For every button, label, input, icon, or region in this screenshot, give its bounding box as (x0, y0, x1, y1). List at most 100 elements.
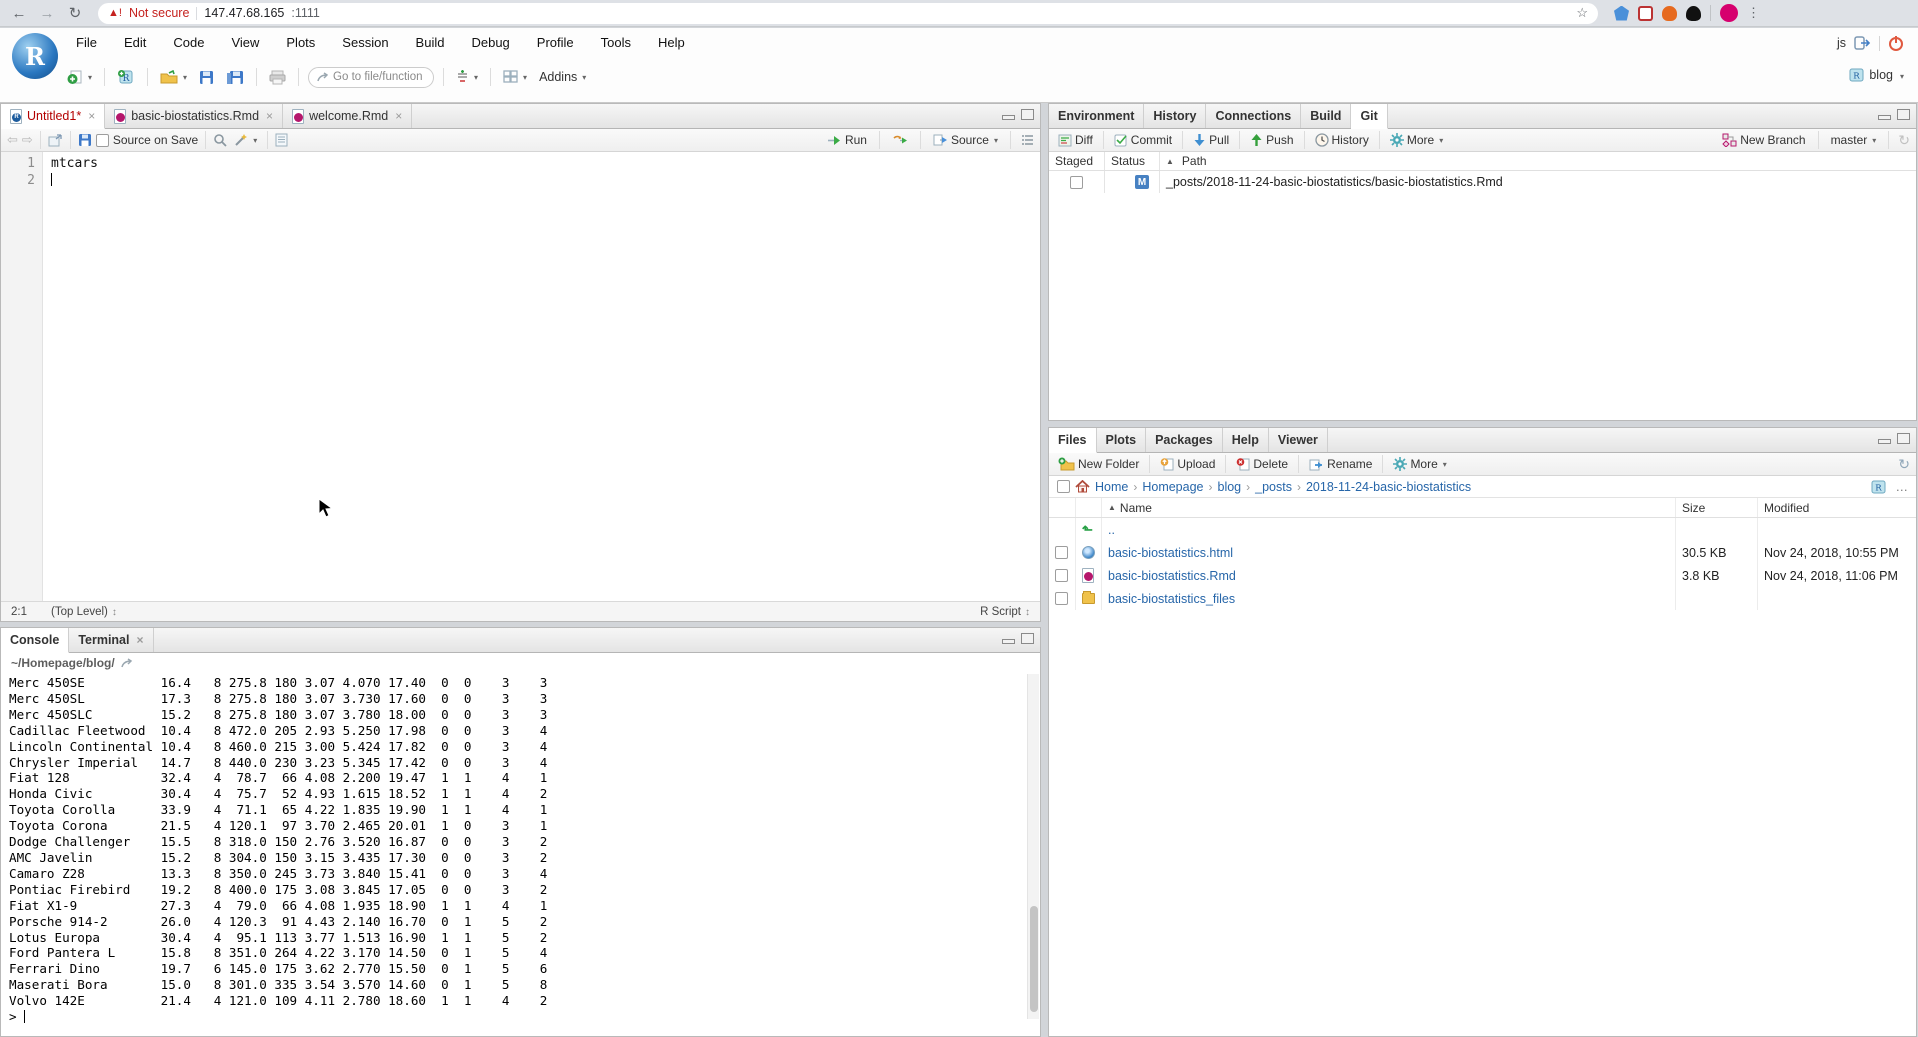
extension-door-icon[interactable] (1638, 6, 1653, 21)
console-scrollbar[interactable] (1027, 674, 1039, 1019)
save-icon[interactable] (78, 133, 92, 147)
tab-connections[interactable]: Connections (1206, 104, 1301, 128)
staged-checkbox[interactable] (1070, 176, 1083, 189)
quit-session-icon[interactable] (1888, 35, 1904, 51)
upload-button[interactable]: Upload (1157, 455, 1218, 473)
tab-packages[interactable]: Packages (1146, 428, 1223, 452)
branch-selector[interactable]: master (1828, 131, 1880, 149)
code-editor[interactable]: 1 2 mtcars (1, 152, 1040, 602)
commit-button[interactable]: Commit (1111, 131, 1175, 149)
source-button[interactable]: Source (930, 131, 1001, 149)
address-bar[interactable]: ▲! Not secure 147.47.68.165 :1111 ☆ (98, 3, 1598, 24)
browser-menu-icon[interactable]: ⋮ (1747, 5, 1760, 21)
tab-viewer[interactable]: Viewer (1269, 428, 1328, 452)
menu-file[interactable]: File (76, 35, 97, 50)
select-all-checkbox[interactable] (1057, 480, 1070, 493)
browser-profile-avatar[interactable] (1720, 4, 1738, 22)
new-branch-button[interactable]: New Branch (1719, 131, 1808, 149)
pull-button[interactable]: Pull (1190, 131, 1232, 149)
breadcrumb-posts[interactable]: _posts (1255, 480, 1292, 494)
menu-build[interactable]: Build (416, 35, 445, 50)
menu-tools[interactable]: Tools (601, 35, 631, 50)
minimize-pane-icon[interactable] (1878, 439, 1891, 444)
file-checkbox[interactable] (1055, 546, 1068, 559)
home-icon[interactable] (1075, 480, 1090, 493)
minimize-pane-icon[interactable] (1002, 115, 1015, 120)
tab-environment[interactable]: Environment (1049, 104, 1144, 128)
scrollbar-thumb[interactable] (1030, 906, 1038, 1012)
tab-untitled1[interactable]: R Untitled1* (1, 104, 105, 129)
column-status[interactable]: Status (1105, 152, 1160, 170)
column-modified[interactable]: Modified (1758, 498, 1916, 517)
file-checkbox[interactable] (1055, 592, 1068, 605)
menu-code[interactable]: Code (173, 35, 204, 50)
tab-files[interactable]: Files (1049, 428, 1097, 453)
files-more-button[interactable]: More (1390, 455, 1449, 473)
file-link[interactable]: basic-biostatistics_files (1108, 592, 1235, 606)
scope-selector[interactable]: (Top Level) (51, 606, 117, 618)
workspace-panes-button[interactable] (500, 68, 530, 86)
tab-plots[interactable]: Plots (1097, 428, 1147, 452)
menu-help[interactable]: Help (658, 35, 685, 50)
browser-back-icon[interactable]: ← (8, 5, 30, 22)
menu-session[interactable]: Session (342, 35, 388, 50)
column-path[interactable]: Path (1160, 152, 1916, 170)
save-all-button[interactable] (223, 68, 247, 87)
close-tab-icon[interactable] (134, 633, 143, 647)
column-size[interactable]: Size (1676, 498, 1758, 517)
addins-button[interactable]: Addins (536, 68, 589, 86)
version-control-button[interactable] (453, 67, 481, 87)
nav-back-icon[interactable]: ⇦ (7, 132, 18, 148)
refresh-icon[interactable]: ↻ (1898, 132, 1910, 149)
minimize-pane-icon[interactable] (1002, 639, 1015, 644)
nav-forward-icon[interactable]: ⇨ (22, 132, 33, 148)
open-file-button[interactable] (157, 68, 190, 86)
new-file-button[interactable] (64, 67, 95, 87)
popout-window-icon[interactable] (48, 134, 63, 147)
print-button[interactable] (266, 68, 289, 87)
browser-forward-icon[interactable]: → (36, 5, 58, 22)
not-secure-label[interactable]: Not secure (129, 6, 189, 20)
maximize-pane-icon[interactable] (1021, 109, 1034, 120)
project-directory-icon[interactable]: R (1871, 480, 1886, 494)
goto-directory-icon[interactable] (121, 658, 134, 669)
run-button[interactable]: Run (824, 131, 870, 149)
column-staged[interactable]: Staged (1049, 152, 1105, 170)
breadcrumb-homepage[interactable]: Homepage (1142, 480, 1203, 494)
rerun-button[interactable] (889, 133, 911, 148)
close-tab-icon[interactable] (86, 109, 95, 123)
menu-debug[interactable]: Debug (471, 35, 509, 50)
history-button[interactable]: History (1312, 131, 1372, 149)
ellipsis-icon[interactable]: … (1896, 480, 1909, 494)
file-link[interactable]: basic-biostatistics.html (1108, 546, 1233, 560)
code-tools-button[interactable] (231, 131, 260, 149)
file-row-rmd[interactable]: basic-biostatistics.Rmd 3.8 KB Nov 24, 2… (1049, 564, 1916, 587)
file-checkbox[interactable] (1055, 569, 1068, 582)
tab-history[interactable]: History (1144, 104, 1206, 128)
new-folder-button[interactable]: New Folder (1055, 455, 1142, 473)
extension-gnome-foot-icon[interactable] (1686, 6, 1701, 21)
tab-terminal[interactable]: Terminal (69, 628, 153, 652)
tab-basic-biostatistics-rmd[interactable]: basic-biostatistics.Rmd (105, 104, 283, 128)
extension-fox-icon[interactable] (1662, 6, 1677, 21)
maximize-pane-icon[interactable] (1897, 109, 1910, 120)
close-tab-icon[interactable] (264, 109, 273, 123)
menu-edit[interactable]: Edit (124, 35, 146, 50)
file-type-selector[interactable]: R Script (980, 606, 1030, 618)
goto-file-search[interactable] (308, 67, 434, 88)
menu-plots[interactable]: Plots (286, 35, 315, 50)
tab-welcome-rmd[interactable]: welcome.Rmd (283, 104, 412, 128)
breadcrumb-home[interactable]: Home (1095, 480, 1128, 494)
git-more-button[interactable]: More (1387, 131, 1446, 149)
goto-file-input[interactable] (333, 71, 425, 83)
file-link[interactable]: basic-biostatistics.Rmd (1108, 569, 1236, 583)
diff-button[interactable]: Diff (1055, 131, 1096, 149)
file-row-folder[interactable]: basic-biostatistics_files (1049, 587, 1916, 610)
file-row-up[interactable]: ⬑ .. (1049, 518, 1916, 541)
browser-reload-icon[interactable]: ↻ (64, 4, 86, 22)
extension-blue-icon[interactable] (1614, 6, 1629, 21)
tab-git[interactable]: Git (1351, 104, 1387, 129)
new-project-button[interactable]: R (114, 67, 138, 87)
find-replace-icon[interactable] (213, 133, 227, 147)
sign-out-icon[interactable] (1854, 36, 1871, 50)
